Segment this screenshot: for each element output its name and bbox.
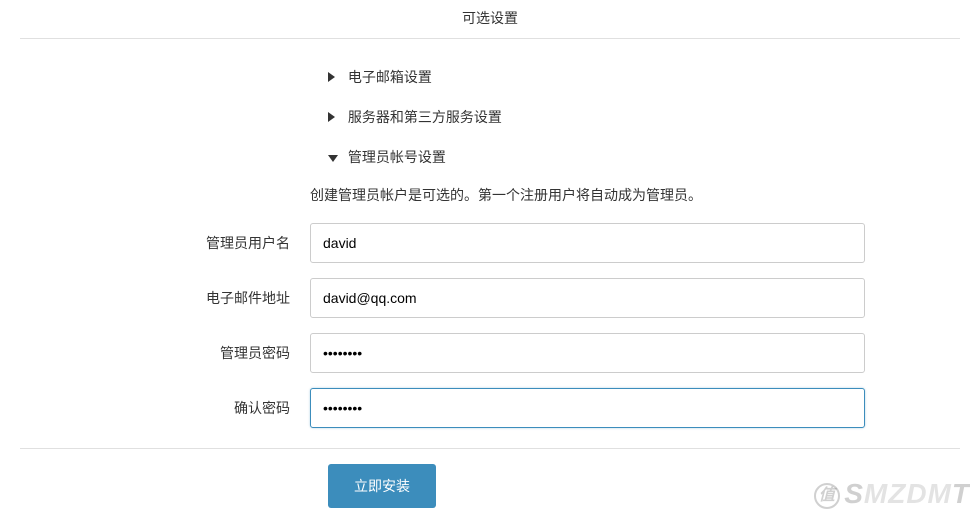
- chevron-right-icon: [328, 109, 340, 125]
- password-label: 管理员密码: [20, 343, 310, 363]
- email-label: 电子邮件地址: [20, 288, 310, 308]
- section-server-toggle[interactable]: 服务器和第三方服务设置: [20, 97, 960, 137]
- chevron-down-icon: [328, 149, 340, 165]
- confirm-label: 确认密码: [20, 398, 310, 418]
- optional-settings-form: 可选设置 电子邮箱设置 服务器和第三方服务设置 管理员帐号设置 创建管理员帐户是…: [0, 0, 980, 508]
- form-row-password: 管理员密码: [20, 333, 960, 373]
- form-row-email: 电子邮件地址: [20, 278, 960, 318]
- section-admin-label: 管理员帐号设置: [348, 149, 446, 165]
- password-input[interactable]: [310, 333, 865, 373]
- section-server-label: 服务器和第三方服务设置: [348, 109, 502, 125]
- form-row-confirm: 确认密码: [20, 388, 960, 428]
- chevron-right-icon: [328, 69, 340, 85]
- install-button[interactable]: 立即安装: [328, 464, 436, 508]
- form-row-username: 管理员用户名: [20, 223, 960, 263]
- username-label: 管理员用户名: [20, 233, 310, 253]
- confirm-password-input[interactable]: [310, 388, 865, 428]
- email-input[interactable]: [310, 278, 865, 318]
- username-input[interactable]: [310, 223, 865, 263]
- page-title: 可选设置: [20, 0, 960, 39]
- section-admin-toggle[interactable]: 管理员帐号设置: [20, 137, 960, 177]
- divider: [20, 448, 960, 449]
- section-email-label: 电子邮箱设置: [348, 69, 432, 85]
- button-row: 立即安装: [20, 464, 960, 508]
- admin-description: 创建管理员帐户是可选的。第一个注册用户将自动成为管理员。: [20, 177, 960, 223]
- section-email-toggle[interactable]: 电子邮箱设置: [20, 57, 960, 97]
